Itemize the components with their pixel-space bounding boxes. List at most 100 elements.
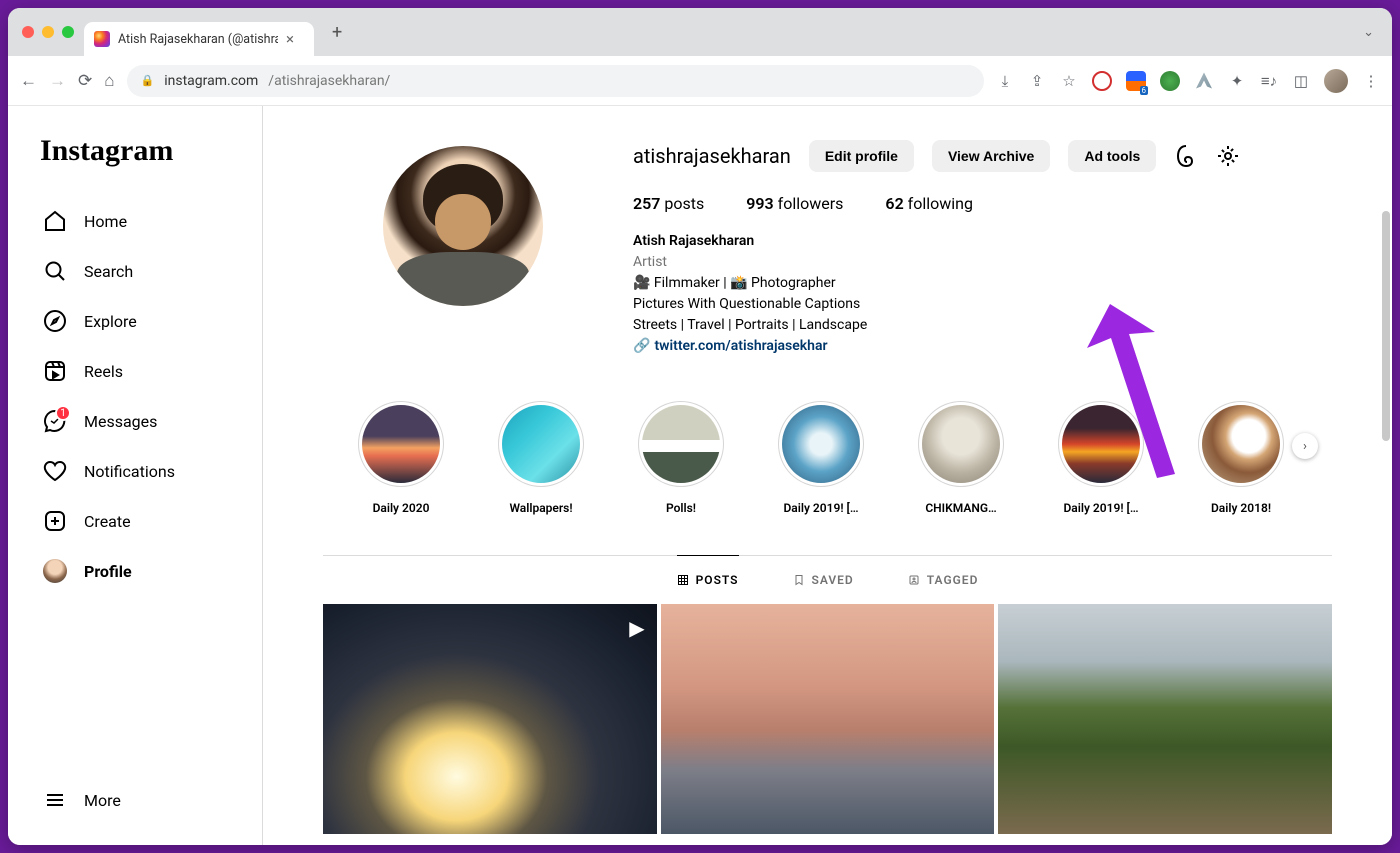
nav-reels[interactable]: Reels — [36, 346, 250, 396]
highlights-next-button[interactable]: › — [1292, 433, 1318, 459]
back-button[interactable]: ← — [20, 71, 37, 91]
link-icon: 🔗 — [633, 338, 650, 354]
highlight-label: CHIKMANG… — [925, 501, 996, 515]
bio-line: Streets | Travel | Portraits | Landscape — [633, 315, 1332, 336]
post-thumbnail[interactable] — [998, 604, 1332, 834]
username: atishrajasekharan — [633, 144, 791, 168]
profile-tabs: Posts Saved Tagged — [323, 555, 1332, 604]
nav-label: Search — [84, 262, 133, 281]
new-tab-button[interactable]: + — [332, 22, 342, 43]
followers-stat[interactable]: 993 followers — [746, 194, 843, 213]
bookmark-star-icon[interactable]: ☆ — [1060, 72, 1078, 90]
post-thumbnail[interactable] — [661, 604, 995, 834]
extension-icon[interactable] — [1092, 71, 1112, 91]
following-stat[interactable]: 62 following — [885, 194, 973, 213]
post-thumbnail[interactable]: ▶ — [323, 604, 657, 834]
tab-saved[interactable]: Saved — [793, 556, 854, 604]
highlight-label: Daily 2019! [… — [783, 501, 858, 515]
highlight-label: Daily 2018! — [1211, 501, 1271, 515]
bio-name: Atish Rajasekharan — [633, 231, 1332, 252]
url-path: /atishrajasekharan/ — [268, 73, 390, 89]
profile-main: atishrajasekharan Edit profile View Arch… — [263, 106, 1392, 845]
nav-home[interactable]: Home — [36, 196, 250, 246]
highlight-item[interactable]: Polls! — [633, 401, 729, 515]
search-icon — [42, 258, 68, 284]
instagram-logo[interactable]: Instagram — [36, 134, 250, 168]
reading-list-icon[interactable]: ≡♪ — [1260, 72, 1278, 90]
download-icon[interactable]: ⤓ — [996, 72, 1014, 90]
view-archive-button[interactable]: View Archive — [932, 140, 1050, 172]
nav-search[interactable]: Search — [36, 246, 250, 296]
bio-line: 🎥 Filmmaker | 📸 Photographer — [633, 273, 1332, 294]
extension-icon[interactable] — [1160, 71, 1180, 91]
highlight-label: Polls! — [666, 501, 696, 515]
edit-profile-button[interactable]: Edit profile — [809, 140, 914, 172]
nav-profile[interactable]: Profile — [36, 546, 250, 596]
reels-icon — [42, 358, 68, 384]
nav-explore[interactable]: Explore — [36, 296, 250, 346]
nav-label: Messages — [84, 412, 157, 431]
extension-icon[interactable]: 6 — [1126, 71, 1146, 91]
profile-avatar-icon[interactable] — [1324, 69, 1348, 93]
posts-stat[interactable]: 257 posts — [633, 194, 704, 213]
heart-icon — [42, 458, 68, 484]
nav-label: Reels — [84, 362, 123, 381]
highlight-item[interactable]: CHIKMANG… — [913, 401, 1009, 515]
nav-label: More — [84, 791, 121, 810]
nav-messages[interactable]: 1 Messages — [36, 396, 250, 446]
highlight-item[interactable]: Daily 2020 — [353, 401, 449, 515]
maximize-window-button[interactable] — [62, 26, 74, 38]
explore-icon — [42, 308, 68, 334]
sidepanel-icon[interactable]: ◫ — [1292, 72, 1310, 90]
close-window-button[interactable] — [22, 26, 34, 38]
close-tab-icon[interactable]: × — [286, 30, 294, 48]
profile-info: atishrajasekharan Edit profile View Arch… — [633, 140, 1332, 357]
threads-icon[interactable] — [1174, 144, 1198, 168]
profile-avatar-icon — [42, 558, 68, 584]
tabs-dropdown-icon[interactable]: ⌄ — [1363, 25, 1374, 40]
ad-tools-button[interactable]: Ad tools — [1068, 140, 1156, 172]
reload-button[interactable]: ⟳ — [78, 71, 92, 91]
highlight-label: Daily 2019! [… — [1063, 501, 1138, 515]
forward-button[interactable]: → — [49, 71, 66, 91]
minimize-window-button[interactable] — [42, 26, 54, 38]
hamburger-icon — [42, 787, 68, 813]
url-domain: instagram.com — [164, 73, 258, 89]
message-badge: 1 — [55, 405, 71, 421]
instagram-favicon — [94, 31, 110, 47]
browser-window: Atish Rajasekharan (@atishraja × + ⌄ ← →… — [8, 8, 1392, 845]
tab-tagged[interactable]: Tagged — [908, 556, 979, 604]
lock-icon: 🔒 — [141, 74, 155, 87]
highlight-item[interactable]: Daily 2019! [… — [773, 401, 869, 515]
highlight-item[interactable]: Daily 2018! — [1193, 401, 1289, 515]
bio-link[interactable]: twitter.com/atishrajasekhar — [654, 338, 827, 354]
share-icon[interactable]: ⇪ — [1028, 72, 1046, 90]
highlight-item[interactable]: Daily 2019! [… — [1053, 401, 1149, 515]
profile-picture[interactable] — [383, 146, 543, 306]
tab-posts[interactable]: Posts — [677, 555, 739, 604]
highlight-item[interactable]: Wallpapers! — [493, 401, 589, 515]
nav-more[interactable]: More — [36, 775, 250, 825]
profile-bio: Atish Rajasekharan Artist 🎥 Filmmaker | … — [633, 231, 1332, 357]
profile-header: atishrajasekharan Edit profile View Arch… — [323, 140, 1332, 357]
address-bar[interactable]: 🔒 instagram.com/atishrajasekharan/ — [127, 65, 984, 97]
create-icon — [42, 508, 68, 534]
nav-label: Home — [84, 212, 127, 231]
settings-gear-icon[interactable] — [1216, 144, 1240, 168]
browser-tab[interactable]: Atish Rajasekharan (@atishraja × — [84, 22, 314, 56]
instagram-sidebar: Instagram Home Search Explore Reels 1 Me… — [8, 106, 263, 845]
highlight-label: Daily 2020 — [373, 501, 430, 515]
extensions-puzzle-icon[interactable]: ✦ — [1228, 72, 1246, 90]
home-button[interactable]: ⌂ — [104, 71, 114, 91]
extension-icon[interactable] — [1194, 71, 1214, 91]
kebab-menu-icon[interactable]: ⋮ — [1362, 72, 1380, 90]
browser-toolbar: ← → ⟳ ⌂ 🔒 instagram.com/atishrajasekhara… — [8, 56, 1392, 106]
nav-label: Create — [84, 512, 131, 531]
posts-grid: ▶ — [323, 604, 1332, 834]
bio-category: Artist — [633, 252, 1332, 273]
nav-create[interactable]: Create — [36, 496, 250, 546]
nav-label: Explore — [84, 312, 137, 331]
browser-tabbar: Atish Rajasekharan (@atishraja × + ⌄ — [8, 8, 1392, 56]
nav-notifications[interactable]: Notifications — [36, 446, 250, 496]
tab-title: Atish Rajasekharan (@atishraja — [118, 32, 278, 47]
